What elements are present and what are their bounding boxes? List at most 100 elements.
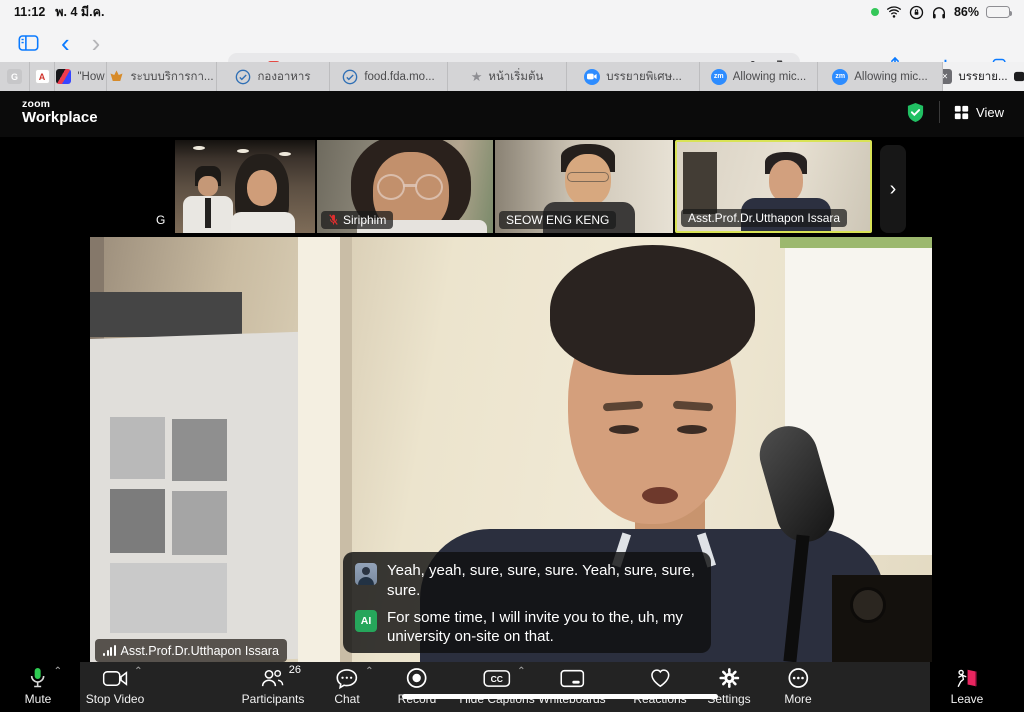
eye-left: [609, 425, 639, 434]
zoom-header: zoom Workplace View: [0, 92, 1024, 137]
video-options-caret[interactable]: ⌃: [134, 666, 142, 677]
home-indicator[interactable]: [402, 694, 718, 699]
window-green-strip: [780, 237, 932, 248]
close-tab-icon[interactable]: ✕: [943, 69, 952, 84]
chat-options-caret[interactable]: ⌃: [365, 666, 373, 677]
caption-row: Yeah, yeah, sure, sure, sure. Yeah, sure…: [355, 561, 699, 601]
thai-emblem-favicon: [109, 69, 124, 84]
face: [769, 160, 803, 202]
participant-name: Asst.Prof.Dr.Utthapon Issara: [681, 209, 847, 227]
ceiling-light: [279, 152, 291, 156]
svg-text:CC: CC: [491, 674, 503, 684]
background-poster: [683, 152, 717, 214]
projector-top-bar: [90, 292, 242, 337]
tab-active-meeting[interactable]: ✕ บรรยาย...: [943, 62, 1024, 91]
rotation-lock-icon: [909, 5, 924, 20]
speaker-box: [832, 575, 932, 662]
tab-fda[interactable]: food.fda.mo...: [330, 62, 448, 91]
fda-favicon: [235, 69, 251, 85]
zm-favicon: zm: [832, 69, 848, 85]
tab-start-page[interactable]: ★ หน้าเริ่มต้น: [448, 62, 567, 91]
audio-level-icon: [103, 645, 116, 656]
status-bar: 11:12 พ. 4 มี.ค. 86%: [0, 0, 1024, 24]
whiteboards-button[interactable]: Whiteboards: [538, 666, 605, 706]
caption-text: For some time, I will invite you to the,…: [387, 608, 699, 648]
active-speaker-video[interactable]: Yeah, yeah, sure, sure, sure. Yeah, sure…: [90, 237, 932, 662]
next-participants-button[interactable]: ›: [880, 145, 906, 233]
participants-button[interactable]: 26 Participants: [242, 666, 305, 706]
caption-text: Yeah, yeah, sure, sure, sure. Yeah, sure…: [387, 561, 699, 601]
speaker-knob: [850, 587, 886, 623]
slide-photo: [172, 419, 227, 481]
sidebar-toggle-icon[interactable]: [18, 34, 39, 52]
slide-photo: [110, 417, 165, 479]
participants-count-badge: 26: [289, 664, 301, 676]
glasses-left: [377, 174, 405, 200]
participant-tile-seow[interactable]: SEOW ENG KENG: [495, 140, 673, 233]
captions-options-caret[interactable]: ⌃: [517, 666, 525, 677]
stop-video-button[interactable]: ⌃ Stop Video: [86, 666, 145, 706]
leave-button[interactable]: Leave: [951, 666, 984, 706]
slide-photo: [110, 489, 165, 553]
chat-button[interactable]: ⌃ Chat: [334, 666, 359, 706]
tab-camera-in-use-icon: [1014, 71, 1024, 82]
student2-shirt: [231, 212, 295, 233]
more-button[interactable]: More: [784, 666, 811, 706]
student1-tie: [205, 198, 211, 228]
date: พ. 4 มี.ค.: [55, 2, 104, 22]
fda-favicon: [342, 69, 358, 85]
live-captions-panel: Yeah, yeah, sure, sure, sure. Yeah, sure…: [343, 552, 711, 653]
muted-mic-icon: [328, 214, 339, 226]
tab-how[interactable]: "How: [55, 62, 107, 91]
tab-lecture[interactable]: บรรยายพิเศษ...: [567, 62, 700, 91]
caption-row: AI For some time, I will invite you to t…: [355, 608, 699, 648]
ceiling-light: [237, 149, 249, 153]
zm-favicon: zm: [711, 69, 727, 85]
tab-g[interactable]: G: [0, 62, 30, 91]
participant-tile-classroom[interactable]: [175, 140, 315, 233]
view-button[interactable]: View: [954, 105, 1004, 120]
tab-a[interactable]: A: [30, 62, 55, 91]
wifi-icon: [886, 5, 902, 19]
headphones-icon: [931, 5, 947, 20]
hide-captions-button[interactable]: CC⌃ Hide Captions: [459, 666, 534, 706]
ceiling-light: [193, 146, 205, 150]
eye-right: [677, 425, 707, 434]
view-label: View: [976, 105, 1004, 120]
settings-button[interactable]: Settings: [707, 666, 750, 706]
tab-allowing-mic-2[interactable]: zm Allowing mic...: [818, 62, 943, 91]
ai-companion-badge: AI: [355, 610, 377, 632]
pillar: [298, 237, 340, 662]
battery-icon: [986, 6, 1010, 18]
encryption-shield-icon[interactable]: [906, 102, 925, 123]
safari-tab-bar: G A "How ระบบบริการกา... กองอาหาร food.f…: [0, 62, 1024, 92]
m-favicon: [56, 69, 71, 84]
participant-tile-siriphim[interactable]: Siriphim: [317, 140, 493, 233]
zoom-workplace-logo: zoom Workplace: [22, 99, 98, 126]
battery-percent: 86%: [954, 5, 979, 19]
back-button[interactable]: ‹: [61, 34, 70, 52]
forward-button[interactable]: ›: [92, 34, 101, 52]
participant-tile-partial[interactable]: G: [150, 140, 173, 233]
glasses-right: [415, 174, 443, 200]
zoom-camera-favicon: [584, 69, 600, 85]
speaker-name-label: Asst.Prof.Dr.Utthapon Issara: [95, 639, 287, 662]
tab-food-division[interactable]: กองอาหาร: [217, 62, 330, 91]
participant-name-row: Siriphim: [321, 211, 393, 229]
meeting-toolbar: ⌃ Mute ⌃ Stop Video 26 Participants ⌃ Ch…: [0, 662, 1024, 712]
reactions-button[interactable]: Reactions: [633, 666, 686, 706]
participant-tile-utthapon[interactable]: Asst.Prof.Dr.Utthapon Issara: [675, 140, 872, 233]
record-button[interactable]: Record: [398, 666, 437, 706]
clock: 11:12: [14, 5, 45, 19]
mute-button[interactable]: ⌃ Mute: [25, 666, 52, 706]
participant-name: SEOW ENG KENG: [499, 211, 616, 229]
mouth: [642, 487, 678, 504]
mute-options-caret[interactable]: ⌃: [54, 666, 62, 677]
main-stage: Yeah, yeah, sure, sure, sure. Yeah, sure…: [0, 237, 1024, 662]
tab-allowing-mic-1[interactable]: zm Allowing mic...: [700, 62, 818, 91]
tab-gov-service[interactable]: ระบบบริการกา...: [107, 62, 217, 91]
caption-speaker-avatar: [355, 563, 377, 585]
slide-photo: [172, 491, 227, 555]
speaker-name: Asst.Prof.Dr.Utthapon Issara: [121, 644, 279, 658]
star-favicon: ★: [471, 69, 483, 85]
